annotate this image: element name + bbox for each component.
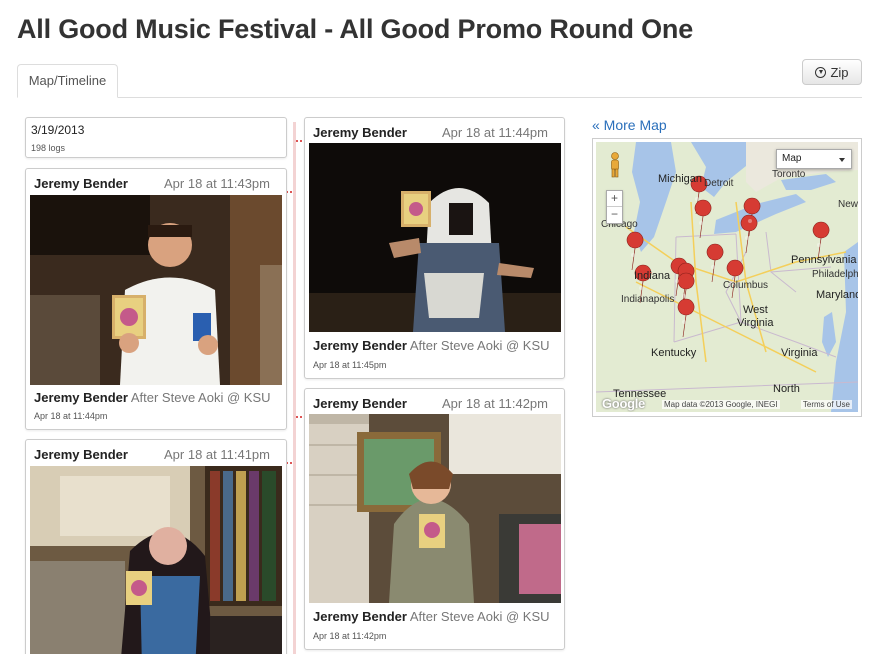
chevron-down-icon [839, 158, 845, 162]
map-copyright: Map data ©2013 Google, INEGI [662, 400, 780, 409]
post-header: Jeremy Bender Apr 18 at 11:43pm [34, 176, 278, 192]
timeline-post-card[interactable]: Jeremy Bender Apr 18 at 11:43pm Jeremy B… [25, 168, 287, 430]
post-subtime: Apr 18 at 11:45pm [313, 360, 387, 370]
map-label-maryland: Maryland [816, 289, 858, 301]
map-label-detroit: Detroit [704, 178, 734, 189]
post-subtime: Apr 18 at 11:42pm [313, 631, 387, 641]
map-label-west: West [743, 304, 768, 316]
post-photo[interactable] [30, 466, 282, 654]
map-label-kentucky: Kentucky [651, 347, 697, 359]
map-label-columbus: Columbus [723, 280, 769, 291]
zoom-out-button[interactable]: − [607, 206, 622, 222]
timeline-connector [286, 451, 294, 464]
map-label-philadelphia: Philadelph [812, 269, 858, 280]
map-view[interactable]: Michigan Detroit Toronto Chicago New Pen… [596, 142, 858, 412]
post-author[interactable]: Jeremy Bender [34, 176, 128, 191]
timeline-post-card[interactable]: Jeremy Bender Apr 18 at 11:42pm Jeremy B… [304, 388, 565, 650]
timeline-post-card[interactable]: Jeremy Bender Apr 18 at 11:41pm [25, 439, 287, 654]
timeline-connector [296, 129, 304, 142]
map-label-new: New [838, 199, 858, 210]
map-label-michigan: Michigan [658, 173, 703, 185]
map-type-select[interactable]: Map [776, 149, 852, 169]
map-panel: Michigan Detroit Toronto Chicago New Pen… [592, 138, 862, 417]
post-time: Apr 18 at 11:44pm [442, 125, 548, 140]
post-time: Apr 18 at 11:41pm [164, 447, 270, 462]
post-caption-author[interactable]: Jeremy Bender [313, 609, 407, 624]
post-time: Apr 18 at 11:43pm [164, 176, 270, 191]
map-label-indianapolis: Indianapolis [621, 294, 675, 305]
map-footer: Google Map data ©2013 Google, INEGI Term… [596, 396, 858, 412]
post-caption-text: After Steve Aoki @ KSU [409, 338, 550, 353]
post-caption-author[interactable]: Jeremy Bender [313, 338, 407, 353]
timeline-post-card[interactable]: Jeremy Bender Apr 18 at 11:44pm Jeremy B… [304, 117, 565, 379]
timeline-date: 3/19/2013 [31, 123, 85, 137]
post-author[interactable]: Jeremy Bender [313, 396, 407, 411]
post-caption-text: After Steve Aoki @ KSU [409, 609, 550, 624]
post-author[interactable]: Jeremy Bender [34, 447, 128, 462]
zip-button-label: Zip [830, 64, 849, 80]
post-caption-author[interactable]: Jeremy Bender [34, 390, 128, 405]
map-label-virginia: Virginia [781, 347, 818, 359]
map-label-pennsylvania: Pennsylvania [791, 254, 857, 266]
more-map-link[interactable]: « More Map [592, 117, 667, 133]
post-subtime: Apr 18 at 11:44pm [34, 411, 108, 421]
post-caption-text: After Steve Aoki @ KSU [130, 390, 271, 405]
map-type-value: Map [782, 153, 802, 164]
timeline-connector [286, 180, 294, 193]
post-header: Jeremy Bender Apr 18 at 11:42pm [313, 396, 556, 412]
post-caption: Jeremy Bender After Steve Aoki @ KSU [313, 609, 550, 624]
tab-bar-divider [17, 97, 862, 98]
tab-map-timeline[interactable]: Map/Timeline [17, 64, 118, 98]
post-header: Jeremy Bender Apr 18 at 11:41pm [34, 447, 278, 463]
post-photo[interactable] [309, 143, 561, 332]
post-header: Jeremy Bender Apr 18 at 11:44pm [313, 125, 556, 141]
zoom-in-button[interactable]: + [607, 191, 622, 206]
post-photo[interactable] [30, 195, 282, 385]
timeline-date-card: 3/19/2013 198 logs [25, 117, 287, 158]
map-label-indiana: Indiana [634, 270, 671, 282]
map-zoom-control: + − [606, 190, 623, 224]
map-label-toronto: Toronto [772, 169, 806, 180]
zip-button[interactable]: Zip [802, 59, 862, 85]
timeline-log-count: 198 logs [31, 143, 66, 153]
map-label-north: North [773, 383, 800, 395]
post-caption: Jeremy Bender After Steve Aoki @ KSU [34, 390, 271, 405]
timeline-connector [296, 405, 304, 418]
post-caption: Jeremy Bender After Steve Aoki @ KSU [313, 338, 550, 353]
post-time: Apr 18 at 11:42pm [442, 396, 548, 411]
map-terms-link[interactable]: Terms of Use [800, 400, 852, 409]
download-icon [815, 66, 827, 78]
post-photo[interactable] [309, 414, 561, 603]
pegman-icon[interactable] [609, 152, 621, 178]
page-title: All Good Music Festival - All Good Promo… [17, 14, 694, 44]
post-author[interactable]: Jeremy Bender [313, 125, 407, 140]
timeline-line [293, 122, 296, 654]
google-logo[interactable]: Google [602, 396, 645, 411]
map-label-virginia-wv: Virginia [737, 317, 774, 329]
